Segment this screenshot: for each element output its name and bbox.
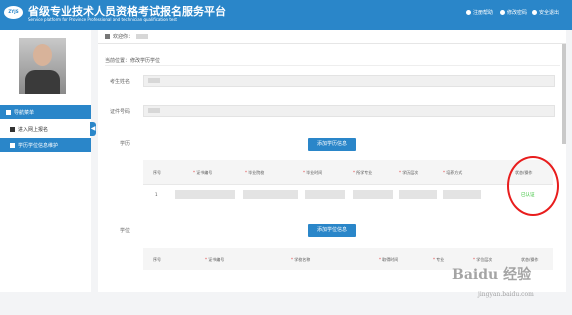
col-major: * 所学专业 xyxy=(353,170,373,175)
menu-icon xyxy=(6,109,11,115)
col-index: 序号 xyxy=(153,170,161,175)
major-redacted xyxy=(353,190,393,199)
welcome-label: 欢迎你： xyxy=(113,34,134,40)
enter-icon xyxy=(10,126,15,132)
nav-heading-label: 导航菜单 xyxy=(14,109,35,116)
col-training: * 培养方式 xyxy=(443,170,463,175)
id-value-redacted xyxy=(148,108,160,113)
sidebar: 导航菜单 进入网上报名 学历学位信息维护 xyxy=(0,30,91,292)
top-header: ZYJS 省级专业技术人员资格考试报名服务平台 Service platform… xyxy=(0,0,572,30)
change-password-link[interactable]: 修改密码 xyxy=(500,9,527,16)
col-index: 序号 xyxy=(153,257,161,262)
sidebar-item-label: 进入网上报名 xyxy=(18,126,49,133)
degree-label: 学位 xyxy=(120,228,131,234)
cert-number-redacted xyxy=(175,190,235,199)
help-link[interactable]: 注册帮助 xyxy=(466,9,493,16)
home-icon xyxy=(105,34,110,39)
table-row: 1 已认证 xyxy=(143,184,553,205)
col-status-action: 状态/操作 xyxy=(521,257,539,262)
col-obtain-date: * 取得时间 xyxy=(379,257,399,262)
avatar-body xyxy=(25,70,60,94)
col-degree-level: * 学位层次 xyxy=(473,257,493,262)
app-subtitle: Service platform for Province Profession… xyxy=(28,17,178,22)
id-label: 证件号码 xyxy=(110,109,131,115)
info-circle-icon xyxy=(466,10,471,15)
col-cert-number: * 证书编号 xyxy=(205,257,225,262)
school-redacted xyxy=(243,190,298,199)
name-field xyxy=(143,75,555,87)
logout-link[interactable]: 安全退出 xyxy=(532,9,559,16)
avatar xyxy=(19,38,66,94)
annotation-circle xyxy=(507,156,559,216)
current-location: 当前位置：修改学历学位 xyxy=(105,58,161,64)
user-name-redacted xyxy=(136,34,149,39)
col-edu-level: * 学历层次 xyxy=(399,170,419,175)
sidebar-item-label: 学历学位信息维护 xyxy=(18,142,59,149)
app-logo: ZYJS xyxy=(4,6,23,19)
logo-text: ZYJS xyxy=(8,9,19,14)
main-panel: 欢迎你： 当前位置：修改学历学位 考生姓名 证件号码 学历 添加学历信息 序号 … xyxy=(98,30,566,292)
add-education-button[interactable]: 添加学历信息 xyxy=(308,138,356,151)
training-redacted xyxy=(443,190,481,199)
add-degree-button[interactable]: 添加学位信息 xyxy=(308,224,356,237)
power-icon xyxy=(532,10,537,15)
col-school-name: * 学校名称 xyxy=(291,257,311,262)
edu-level-redacted xyxy=(399,190,437,199)
scrollbar[interactable] xyxy=(562,44,566,144)
watermark-url: jingyan.baidu.com xyxy=(478,291,534,298)
col-major: * 专业 xyxy=(433,257,445,262)
row-index: 1 xyxy=(155,192,158,197)
education-label: 学历 xyxy=(120,141,131,147)
name-label: 考生姓名 xyxy=(110,79,131,85)
id-field xyxy=(143,105,555,117)
nav-heading: 导航菜单 xyxy=(0,105,91,119)
name-value-redacted xyxy=(148,78,160,83)
col-grad-date: * 毕业时间 xyxy=(303,170,323,175)
change-password-label: 修改密码 xyxy=(507,10,528,16)
divider xyxy=(105,65,560,66)
sidebar-item-online-registration[interactable]: 进入网上报名 xyxy=(0,122,91,136)
col-school: * 毕业院校 xyxy=(245,170,265,175)
avatar-head xyxy=(33,44,52,66)
logout-label: 安全退出 xyxy=(539,10,560,16)
help-link-label: 注册帮助 xyxy=(473,10,494,16)
lock-icon xyxy=(500,10,505,15)
grad-date-redacted xyxy=(305,190,345,199)
book-icon xyxy=(10,142,15,148)
sidebar-collapse-button[interactable]: ◀ xyxy=(90,122,96,136)
breadcrumb: 欢迎你： xyxy=(98,30,566,44)
col-cert-number: * 证书编号 xyxy=(193,170,213,175)
watermark-brand: Baidu 经验 xyxy=(452,267,532,283)
education-table: 序号 * 证书编号 * 毕业院校 * 毕业时间 * 所学专业 * 学历层次 * … xyxy=(143,160,553,205)
sidebar-item-education-info[interactable]: 学历学位信息维护 xyxy=(0,138,91,152)
